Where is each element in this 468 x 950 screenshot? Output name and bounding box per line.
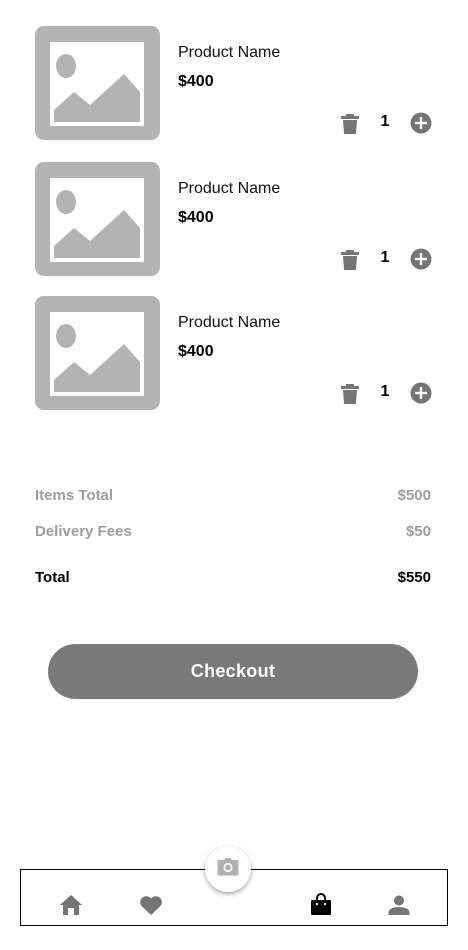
total-value: $550 xyxy=(397,569,431,586)
items-total-row: Items Total $500 xyxy=(35,487,431,507)
quantity-controls: 1 xyxy=(341,248,433,270)
product-name: Product Name xyxy=(178,180,281,197)
trash-icon[interactable] xyxy=(341,250,359,270)
plus-circle-icon[interactable] xyxy=(410,248,432,270)
cart-item: Product Name $400 1 xyxy=(35,296,435,410)
quantity-controls: 1 xyxy=(341,382,433,404)
image-placeholder-icon xyxy=(50,178,144,262)
total-label: Total xyxy=(35,569,70,586)
product-image[interactable] xyxy=(35,162,160,276)
delivery-fees-value: $50 xyxy=(405,523,431,540)
cart-item: Product Name $400 1 xyxy=(35,162,435,276)
delivery-fees-row: Delivery Fees $50 xyxy=(35,523,431,543)
trash-icon[interactable] xyxy=(341,384,359,404)
checkout-button[interactable]: Checkout xyxy=(48,644,418,699)
product-name: Product Name xyxy=(178,314,281,331)
trash-icon[interactable] xyxy=(341,114,359,134)
quantity-value: 1 xyxy=(380,383,390,400)
home-icon[interactable] xyxy=(58,892,84,918)
quantity-value: 1 xyxy=(380,249,390,266)
camera-icon xyxy=(217,858,239,876)
bottom-nav xyxy=(20,846,448,926)
product-image[interactable] xyxy=(35,26,160,140)
product-price: $400 xyxy=(178,73,214,90)
image-placeholder-icon xyxy=(50,312,144,396)
image-placeholder-icon xyxy=(50,42,144,126)
quantity-value: 1 xyxy=(380,113,390,130)
delivery-fees-label: Delivery Fees xyxy=(35,523,132,540)
cart-item: Product Name $400 1 xyxy=(35,26,435,140)
product-name: Product Name xyxy=(178,44,281,61)
user-icon[interactable] xyxy=(386,892,412,918)
plus-circle-icon[interactable] xyxy=(410,112,432,134)
heart-icon[interactable] xyxy=(138,892,164,918)
plus-circle-icon[interactable] xyxy=(410,382,432,404)
camera-button[interactable] xyxy=(205,846,251,892)
total-row: Total $550 xyxy=(35,569,431,589)
items-total-value: $500 xyxy=(397,487,431,504)
quantity-controls: 1 xyxy=(341,112,433,134)
product-price: $400 xyxy=(178,209,214,226)
product-price: $400 xyxy=(178,343,214,360)
items-total-label: Items Total xyxy=(35,487,114,504)
product-image[interactable] xyxy=(35,296,160,410)
shopping-bag-icon[interactable] xyxy=(308,892,334,918)
